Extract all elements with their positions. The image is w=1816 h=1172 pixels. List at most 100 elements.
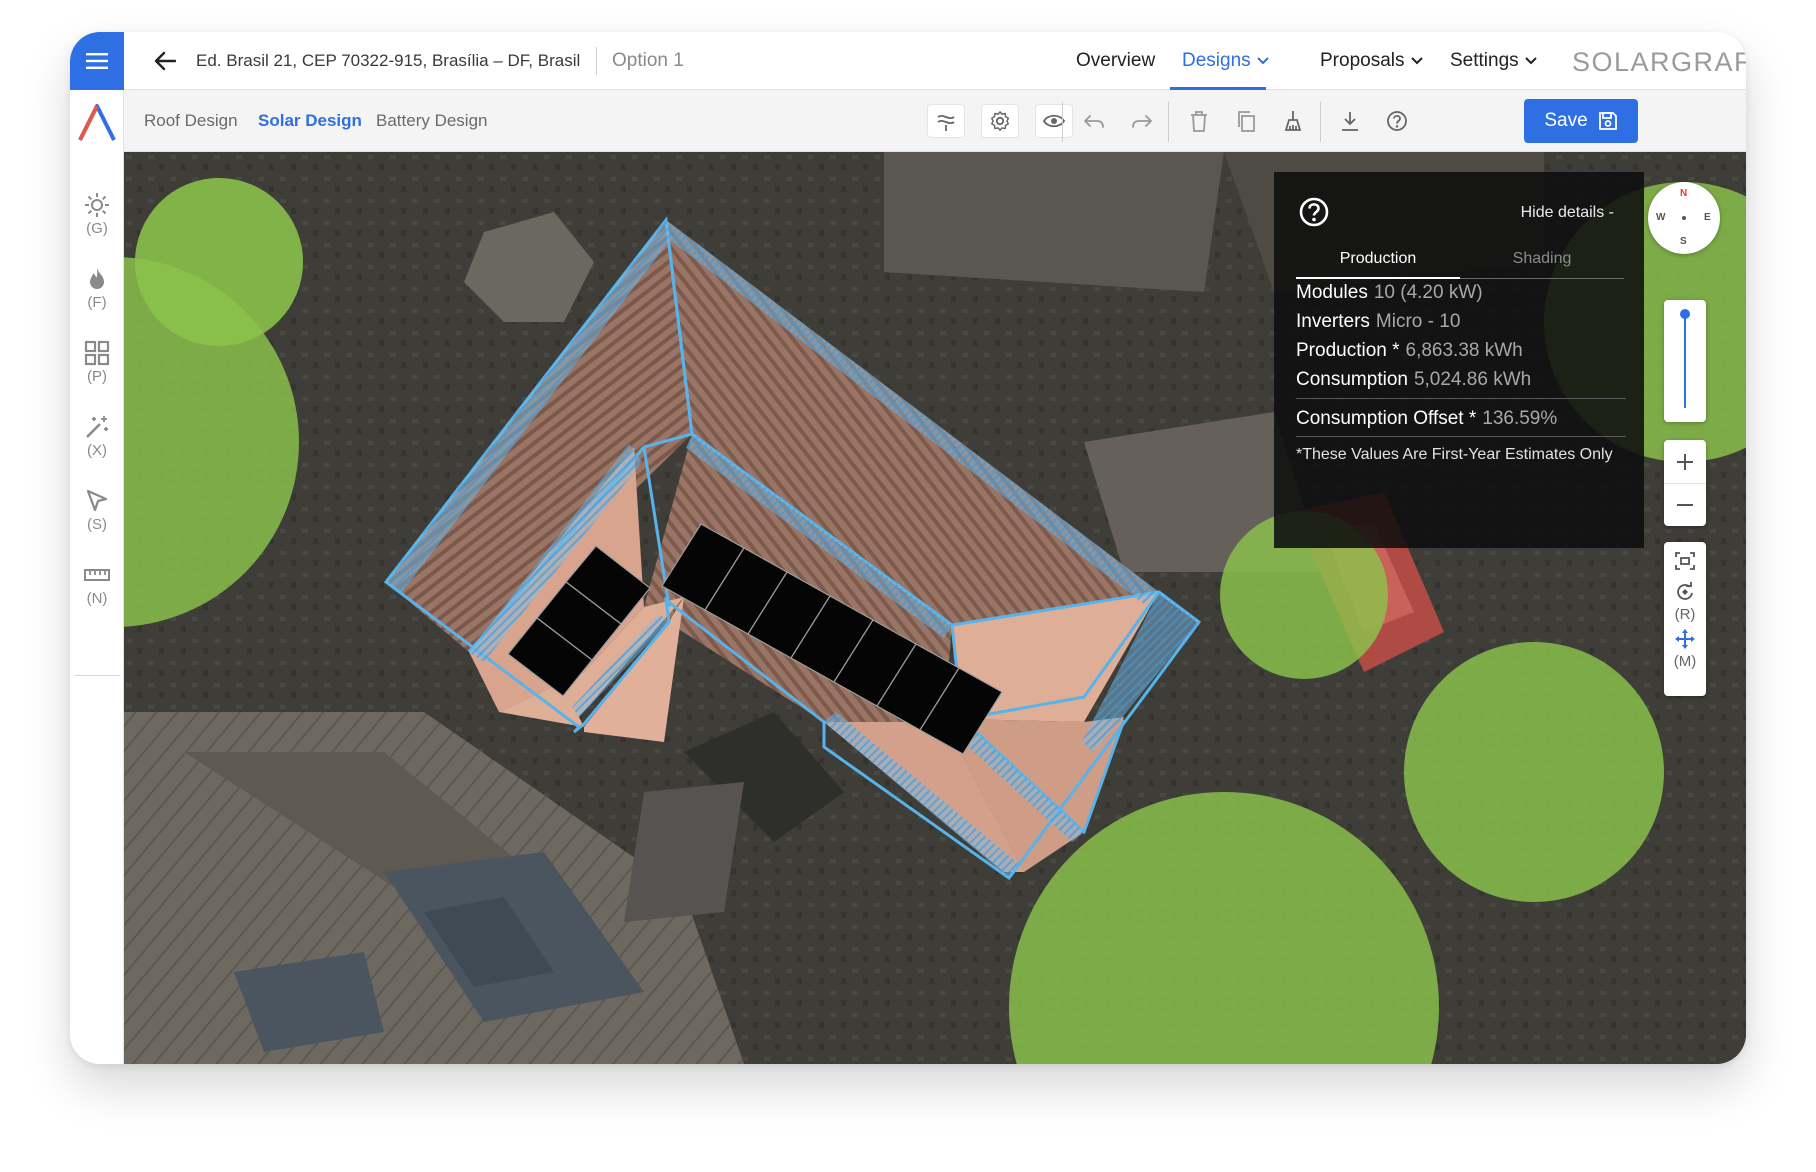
vacuum-icon — [1284, 111, 1302, 131]
help-circle-icon[interactable] — [1298, 196, 1330, 228]
tool-select-key: (S) — [87, 516, 107, 533]
tool-sidebar: (G) (F) (P) (X) (S) (N) — [70, 90, 124, 1064]
nav-settings-label: Settings — [1450, 50, 1519, 71]
zoom-controls — [1664, 440, 1706, 526]
delete-button[interactable] — [1180, 104, 1218, 138]
save-button-label: Save — [1544, 110, 1588, 131]
consumption-value: 5,024.86 kWh — [1413, 369, 1532, 390]
compass-e: E — [1704, 212, 1711, 223]
copy-icon — [1238, 111, 1255, 132]
details-panel: Hide details - Production Shading Module… — [1274, 172, 1644, 548]
move-button[interactable]: (M) — [1664, 629, 1706, 670]
nav-overview-label: Overview — [1076, 50, 1156, 71]
redo-icon — [1132, 115, 1152, 128]
zoom-out-button[interactable] — [1664, 483, 1706, 526]
tool-fire-key: (F) — [87, 294, 107, 311]
production-row: Production * 6,863.38 kWh — [1296, 340, 1523, 362]
settings-button[interactable] — [981, 104, 1019, 138]
nav-settings[interactable]: Settings — [1450, 32, 1537, 90]
tool-fire[interactable]: (F) — [70, 266, 124, 311]
toolbar-separator — [1062, 102, 1063, 142]
rotate-button[interactable]: (R) — [1664, 582, 1706, 623]
save-button[interactable]: Save — [1524, 99, 1638, 143]
zoom-in-button[interactable] — [1664, 440, 1706, 483]
map-canvas[interactable]: Hide details - Production Shading Module… — [124, 152, 1746, 1064]
visibility-button[interactable] — [1035, 104, 1073, 138]
tab-roof-design[interactable]: Roof Design — [144, 111, 238, 131]
tool-panels-key: (P) — [87, 368, 107, 385]
back-button[interactable] — [150, 46, 180, 76]
tab-shading[interactable]: Shading — [1460, 250, 1624, 279]
compass[interactable]: N S E W — [1648, 182, 1720, 254]
tab-solar-design[interactable]: Solar Design — [258, 111, 362, 131]
inverters-label: Inverters — [1296, 311, 1370, 332]
production-label: Production * — [1296, 340, 1400, 361]
undo-button[interactable] — [1075, 104, 1113, 138]
help-button[interactable] — [1378, 104, 1416, 138]
tool-measure[interactable]: (N) — [70, 562, 124, 607]
tool-panels[interactable]: (P) — [70, 340, 124, 385]
tool-sun[interactable]: (G) — [70, 192, 124, 237]
move-key: (M) — [1673, 653, 1697, 670]
redo-button[interactable] — [1123, 104, 1161, 138]
brand-logo: SOLARGRAF — [1572, 47, 1746, 77]
project-address: Ed. Brasil 21, CEP 70322-915, Brasília –… — [196, 51, 581, 70]
panel-divider — [1296, 398, 1626, 399]
production-value: 6,863.38 kWh — [1405, 340, 1523, 361]
offset-label: Consumption Offset * — [1296, 408, 1477, 429]
offset-value: 136.59% — [1482, 408, 1558, 429]
download-button[interactable] — [1331, 104, 1369, 138]
nav-overview[interactable]: Overview — [1076, 32, 1155, 90]
design-option[interactable]: Option 1 — [612, 50, 684, 72]
zoom-track-icon — [1680, 309, 1690, 408]
rotate-key: (R) — [1674, 606, 1696, 623]
download-icon — [1342, 112, 1358, 131]
offset-row: Consumption Offset * 136.59% — [1296, 408, 1557, 430]
copy-button[interactable] — [1227, 104, 1265, 138]
compass-n: N — [1680, 188, 1688, 199]
chevron-down-icon — [1256, 57, 1269, 65]
tool-select[interactable]: (S) — [70, 488, 124, 533]
toolbar-separator — [1320, 102, 1321, 142]
modules-row: Modules 10 (4.20 kW) — [1296, 282, 1483, 304]
modules-value: 10 (4.20 kW) — [1373, 282, 1483, 303]
hamburger-menu-button[interactable] — [70, 32, 124, 90]
design-toolbar: Roof Design Solar Design Battery Design — [124, 90, 1746, 152]
minus-icon — [1677, 504, 1693, 506]
nav-proposals-label: Proposals — [1320, 50, 1405, 71]
compass-s: S — [1680, 236, 1687, 247]
move-icon — [1675, 629, 1695, 649]
clear-button[interactable] — [1274, 104, 1312, 138]
settings-icon — [991, 111, 1010, 131]
consumption-row: Consumption 5,024.86 kWh — [1296, 369, 1531, 391]
layers-button[interactable] — [927, 104, 965, 138]
delete-icon — [1191, 111, 1207, 132]
toolbar-separator — [1168, 102, 1169, 142]
top-bar: Ed. Brasil 21, CEP 70322-915, Brasília –… — [70, 32, 1746, 90]
zoom-slider[interactable] — [1664, 300, 1706, 422]
estimates-note: *These Values Are First-Year Estimates O… — [1296, 446, 1613, 463]
sidebar-divider — [74, 675, 120, 676]
app-logo-icon — [78, 104, 116, 141]
chevron-down-icon — [1524, 57, 1537, 65]
hide-details-button[interactable]: Hide details - — [1521, 204, 1614, 222]
fit-view-button[interactable] — [1664, 542, 1706, 574]
tab-production[interactable]: Production — [1296, 250, 1460, 279]
tab-battery-design[interactable]: Battery Design — [376, 111, 488, 131]
app-window: Ed. Brasil 21, CEP 70322-915, Brasília –… — [70, 32, 1746, 1064]
grid-icon — [84, 340, 110, 366]
select-arrow-icon — [86, 489, 108, 512]
nav-proposals[interactable]: Proposals — [1320, 32, 1423, 90]
layers-icon — [937, 114, 955, 131]
inverters-row: Inverters Micro - 10 — [1296, 311, 1460, 333]
compass-w: W — [1656, 212, 1666, 223]
consumption-label: Consumption — [1296, 369, 1408, 390]
tool-auto[interactable]: (X) — [70, 414, 124, 459]
nav-designs[interactable]: Designs — [1182, 32, 1269, 90]
undo-icon — [1084, 115, 1104, 128]
tool-auto-key: (X) — [87, 442, 107, 459]
chevron-down-icon — [1410, 57, 1423, 65]
arrow-left-icon — [154, 51, 176, 71]
magic-wand-icon — [86, 416, 108, 438]
plus-icon — [1677, 453, 1693, 470]
